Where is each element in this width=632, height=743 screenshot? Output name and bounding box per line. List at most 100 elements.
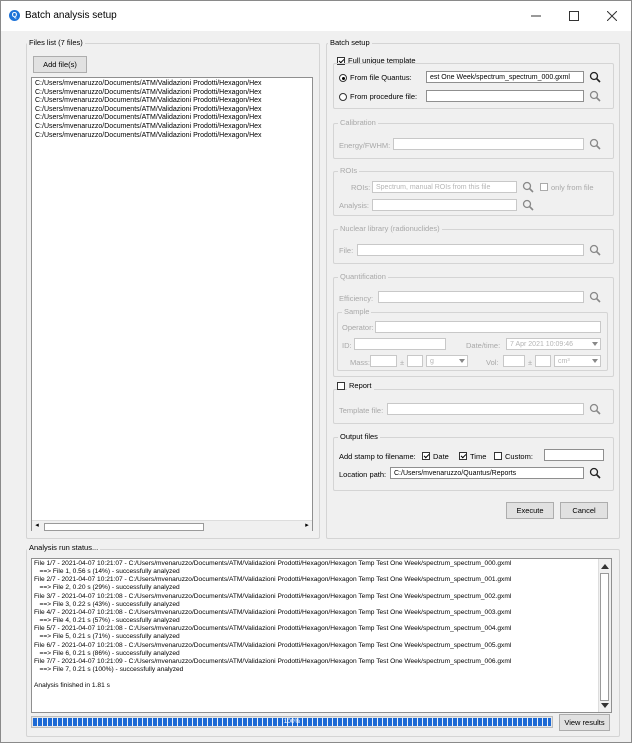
log-line: File 4/7 - 2021-04-07 10:21:08 - C:/User…: [34, 608, 512, 616]
mass-error-input[interactable]: [407, 355, 423, 367]
list-item[interactable]: C:/Users/mvenaruzzo/Documents/ATM/Valida…: [32, 80, 312, 89]
datetime-label: Date/time:: [466, 341, 501, 350]
title-bar[interactable]: Q Batch analysis setup: [1, 1, 631, 31]
files-list[interactable]: C:/Users/mvenaruzzo/Documents/ATM/Valida…: [31, 77, 313, 531]
operator-input[interactable]: [375, 321, 601, 333]
list-item[interactable]: C:/Users/mvenaruzzo/Documents/ATM/Valida…: [32, 123, 312, 132]
scroll-left-icon[interactable]: ◂: [33, 522, 41, 530]
efficiency-input[interactable]: [378, 291, 584, 303]
from-procedure-file-label: From procedure file:: [350, 92, 418, 101]
files-horizontal-scrollbar[interactable]: ◂ ▸: [32, 520, 312, 531]
maximize-button[interactable]: [557, 5, 591, 27]
search-icon[interactable]: [589, 467, 601, 479]
log-line: File 3/7 - 2021-04-07 10:21:08 - C:/User…: [34, 592, 512, 600]
log-line: File 6/7 - 2021-04-07 10:21:08 - C:/User…: [34, 641, 512, 649]
from-procedure-file-radio[interactable]: [339, 93, 347, 101]
log-line: Analysis finished in 1.81 s: [34, 682, 110, 690]
only-from-file-label: only from file: [551, 183, 594, 192]
scroll-down-icon[interactable]: [601, 703, 609, 708]
list-item[interactable]: C:/Users/mvenaruzzo/Documents/ATM/Valida…: [32, 89, 312, 98]
time-checkbox[interactable]: [459, 452, 467, 460]
search-icon[interactable]: [522, 181, 534, 193]
from-file-quantus-label: From file Quantus:: [350, 73, 412, 82]
batch-analysis-window: Q Batch analysis setup Files list (7 fil…: [0, 0, 632, 743]
list-item[interactable]: C:/Users/mvenaruzzo/Documents/ATM/Valida…: [32, 132, 312, 141]
search-icon[interactable]: [589, 90, 601, 102]
nuclear-file-label: File:: [339, 246, 354, 255]
status-log[interactable]: File 1/7 - 2021-04-07 10:21:07 - C:/User…: [31, 558, 612, 713]
report-checkbox[interactable]: [337, 382, 345, 390]
time-label: Time: [470, 452, 487, 461]
from-file-quantus-input[interactable]: est One Week/spectrum_spectrum_000.gxml: [426, 71, 584, 83]
operator-label: Operator:: [342, 323, 374, 332]
mass-unit-select[interactable]: g: [426, 355, 468, 367]
output-files-label: Output files: [338, 432, 380, 441]
cancel-button[interactable]: Cancel: [560, 502, 608, 519]
custom-stamp-input[interactable]: [544, 449, 604, 461]
id-label: ID:: [342, 341, 352, 350]
app-logo-icon: Q: [9, 10, 20, 21]
log-line: ==> File 2, 0.20 s (29%) - successfully …: [34, 584, 180, 592]
minimize-button[interactable]: [519, 5, 553, 27]
batch-setup-label: Batch setup: [328, 38, 372, 47]
scroll-up-icon[interactable]: [601, 564, 609, 569]
mass-input[interactable]: [370, 355, 397, 367]
scroll-right-icon[interactable]: ▸: [303, 522, 311, 530]
list-item[interactable]: C:/Users/mvenaruzzo/Documents/ATM/Valida…: [32, 106, 312, 115]
efficiency-label: Efficiency:: [339, 294, 374, 303]
scroll-thumb[interactable]: [600, 573, 609, 701]
list-item[interactable]: C:/Users/mvenaruzzo/Documents/ATM/Valida…: [32, 114, 312, 123]
window-title: Batch analysis setup: [25, 10, 117, 21]
location-path-input[interactable]: C:/Users/mvenaruzzo/Quantus/Reports: [390, 467, 584, 479]
only-from-file-checkbox[interactable]: [540, 183, 548, 191]
chevron-down-icon[interactable]: [459, 359, 465, 363]
list-item[interactable]: C:/Users/mvenaruzzo/Documents/ATM/Valida…: [32, 97, 312, 106]
nuclear-library-label: Nuclear library (radionuclides): [338, 224, 442, 233]
vol-pm: ±: [528, 358, 533, 367]
mass-pm: ±: [400, 358, 405, 367]
execute-button[interactable]: Execute: [506, 502, 554, 519]
scroll-thumb[interactable]: [44, 523, 204, 531]
vol-unit-select[interactable]: cm³: [554, 355, 601, 367]
files-list-label: Files list (7 files): [27, 38, 85, 47]
log-line: ==> File 5, 0.21 s (71%) - successfully …: [34, 633, 180, 641]
log-line: ==> File 7, 0.21 s (100%) - successfully…: [34, 666, 184, 674]
energy-fwhm-input[interactable]: [393, 138, 584, 150]
chevron-down-icon[interactable]: [592, 342, 598, 346]
search-icon[interactable]: [589, 291, 601, 303]
minimize-icon: [531, 15, 541, 17]
custom-label: Custom:: [505, 452, 533, 461]
search-icon[interactable]: [589, 403, 601, 415]
template-source-group: [333, 63, 614, 109]
search-icon[interactable]: [589, 138, 601, 150]
calibration-label: Calibration: [338, 118, 378, 127]
close-button[interactable]: [595, 5, 629, 27]
rois-field-label: ROIs:: [351, 183, 371, 192]
add-files-button[interactable]: Add file(s): [33, 56, 87, 73]
view-results-button[interactable]: View results: [559, 714, 610, 731]
custom-checkbox[interactable]: [494, 452, 502, 460]
add-stamp-label: Add stamp to filename:: [339, 452, 416, 461]
template-file-input[interactable]: [387, 403, 584, 415]
vol-error-input[interactable]: [535, 355, 551, 367]
search-icon[interactable]: [522, 199, 534, 211]
id-input[interactable]: [354, 338, 446, 350]
close-icon: [606, 10, 618, 22]
analysis-input[interactable]: [372, 199, 517, 211]
mass-label: Mass:: [350, 358, 371, 367]
log-vertical-scrollbar[interactable]: [598, 559, 611, 712]
chevron-down-icon[interactable]: [592, 359, 598, 363]
location-path-label: Location path:: [339, 470, 387, 479]
datetime-input[interactable]: 7 Apr 2021 10:09:46: [506, 338, 601, 350]
output-files-group: [333, 437, 614, 491]
date-checkbox[interactable]: [422, 452, 430, 460]
from-procedure-file-input[interactable]: [426, 90, 584, 102]
rois-input[interactable]: Spectrum, manual ROIs from this file: [372, 181, 517, 193]
search-icon[interactable]: [589, 71, 601, 83]
nuclear-file-input[interactable]: [357, 244, 584, 256]
search-icon[interactable]: [589, 244, 601, 256]
progress-label: 100%: [283, 718, 301, 725]
vol-input[interactable]: [503, 355, 525, 367]
from-file-quantus-radio[interactable]: [339, 74, 347, 82]
